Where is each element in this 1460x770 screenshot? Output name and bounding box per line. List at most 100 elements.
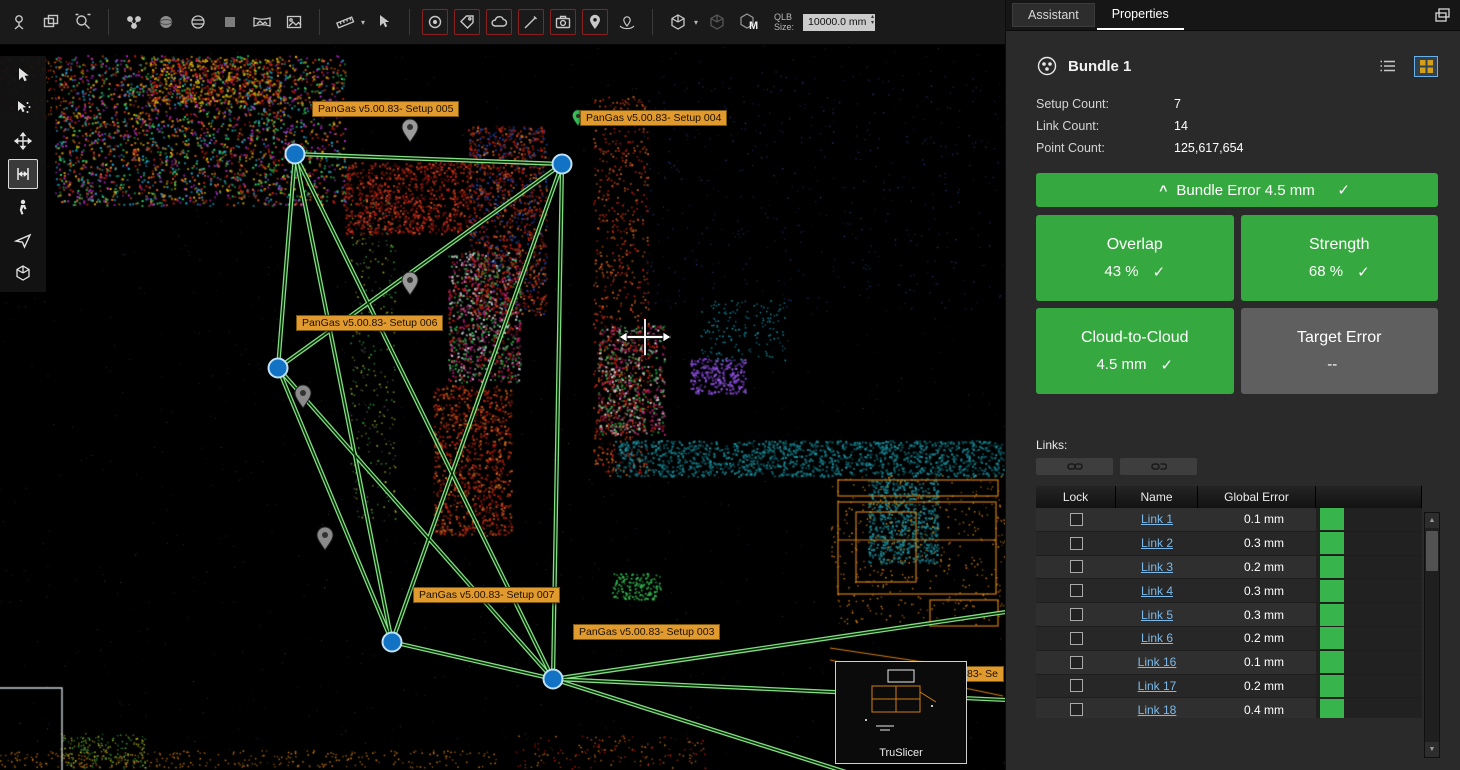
overlap-tile[interactable]: Overlap 43 %✓ bbox=[1036, 215, 1234, 301]
pan-tool-icon[interactable] bbox=[8, 126, 38, 156]
image-view-icon[interactable] bbox=[281, 9, 307, 35]
slice-tool-icon[interactable] bbox=[8, 159, 38, 189]
quality-tiles: Overlap 43 %✓ Strength 68 %✓ Cloud-to-Cl… bbox=[1036, 215, 1438, 394]
pin-orbit-icon[interactable] bbox=[614, 9, 640, 35]
scan-station-icon[interactable] bbox=[6, 9, 32, 35]
panorama-icon[interactable] bbox=[249, 9, 275, 35]
add-location-pin-icon[interactable] bbox=[582, 9, 608, 35]
lock-checkbox[interactable] bbox=[1070, 560, 1083, 573]
link-name[interactable]: Link 17 bbox=[1138, 679, 1177, 693]
column-header-lock[interactable]: Lock bbox=[1036, 486, 1116, 508]
link-error: 0.3 mm bbox=[1198, 584, 1316, 598]
lock-checkbox[interactable] bbox=[1070, 513, 1083, 526]
link-name[interactable]: Link 18 bbox=[1138, 703, 1177, 717]
draw-measure-icon[interactable] bbox=[518, 9, 544, 35]
check-icon: ✓ bbox=[1160, 356, 1173, 374]
limitbox-tool-icon[interactable] bbox=[422, 9, 448, 35]
truslicer-preview bbox=[836, 662, 965, 740]
setup-label-003[interactable]: PanGas v5.00.83- Setup 003 bbox=[573, 624, 720, 640]
plane-tool-icon[interactable] bbox=[217, 9, 243, 35]
link-error: 0.2 mm bbox=[1198, 560, 1316, 574]
measure-dropdown-caret[interactable]: ▾ bbox=[361, 18, 365, 27]
truslicer-window[interactable]: TruSlicer bbox=[835, 661, 967, 764]
table-row: Link 3 0.2 mm bbox=[1036, 556, 1422, 580]
lock-checkbox[interactable] bbox=[1070, 608, 1083, 621]
scroll-up-icon[interactable]: ▲ bbox=[1425, 513, 1439, 528]
fly-tool-icon[interactable] bbox=[8, 225, 38, 255]
check-icon: ✓ bbox=[1357, 263, 1370, 281]
setup-label-007[interactable]: PanGas v5.00.83- Setup 007 bbox=[413, 587, 560, 603]
point-cloud-tool-icon[interactable] bbox=[486, 9, 512, 35]
scroll-down-icon[interactable]: ▼ bbox=[1425, 742, 1439, 757]
limit-sphere-icon[interactable] bbox=[185, 9, 211, 35]
link-name[interactable]: Link 3 bbox=[1141, 560, 1173, 574]
properties-panel: Assistant Properties Bundle 1 Setup Coun… bbox=[1005, 0, 1460, 770]
column-header-global-error[interactable]: Global Error bbox=[1198, 486, 1316, 508]
link-name[interactable]: Link 6 bbox=[1141, 631, 1173, 645]
bundle-error-banner[interactable]: ^ Bundle Error 4.5 mm ✓ bbox=[1036, 173, 1438, 207]
setup-label-005[interactable]: PanGas v5.00.83- Setup 005 bbox=[312, 101, 459, 117]
link-error: 0.3 mm bbox=[1198, 608, 1316, 622]
scrollbar-thumb[interactable] bbox=[1426, 531, 1438, 571]
pick-info-icon[interactable] bbox=[371, 9, 397, 35]
matrix-cube-icon[interactable]: M bbox=[736, 9, 762, 35]
link-error: 0.1 mm bbox=[1198, 512, 1316, 526]
tag-annotation-icon[interactable] bbox=[454, 9, 480, 35]
setup-label-004[interactable]: PanGas v5.00.83- Setup 004 bbox=[580, 110, 727, 126]
bundle-icon bbox=[1036, 55, 1058, 77]
measure-tool-icon[interactable] bbox=[332, 9, 358, 35]
first-person-tool-icon[interactable] bbox=[8, 192, 38, 222]
link-name[interactable]: Link 2 bbox=[1141, 536, 1173, 550]
table-row: Link 4 0.3 mm bbox=[1036, 579, 1422, 603]
grid-view-icon[interactable] bbox=[1414, 56, 1438, 77]
lock-checkbox[interactable] bbox=[1070, 679, 1083, 692]
links-scrollbar[interactable]: ▲ ▼ bbox=[1424, 512, 1440, 758]
setup-label-partial[interactable]: 83- Se bbox=[961, 666, 1004, 682]
lock-checkbox[interactable] bbox=[1070, 537, 1083, 550]
cloud-to-cloud-tile[interactable]: Cloud-to-Cloud 4.5 mm✓ bbox=[1036, 308, 1234, 394]
link-error: 0.3 mm bbox=[1198, 536, 1316, 550]
truslicer-title: TruSlicer bbox=[836, 747, 966, 759]
lock-checkbox[interactable] bbox=[1070, 632, 1083, 645]
link-name[interactable]: Link 4 bbox=[1141, 584, 1173, 598]
link-error: 0.1 mm bbox=[1198, 655, 1316, 669]
lock-checkbox[interactable] bbox=[1070, 656, 1083, 669]
link-name[interactable]: Link 1 bbox=[1141, 512, 1173, 526]
duplicate-view-icon[interactable] bbox=[38, 9, 64, 35]
unlock-links-button[interactable] bbox=[1120, 458, 1197, 475]
link-name[interactable]: Link 5 bbox=[1141, 608, 1173, 622]
target-error-tile[interactable]: Target Error -- bbox=[1241, 308, 1439, 394]
list-view-icon[interactable] bbox=[1376, 56, 1400, 77]
column-header-bar bbox=[1316, 486, 1422, 508]
error-bar bbox=[1320, 627, 1344, 649]
view-cube-caret[interactable]: ▾ bbox=[694, 18, 698, 27]
zoom-selection-icon[interactable] bbox=[70, 9, 96, 35]
select-tool-icon[interactable] bbox=[8, 60, 38, 90]
tab-properties[interactable]: Properties bbox=[1097, 0, 1184, 30]
link-count-label: Link Count: bbox=[1036, 119, 1174, 133]
box-mode-tool-icon[interactable] bbox=[8, 258, 38, 288]
sphere-view-icon[interactable] bbox=[153, 9, 179, 35]
toolbar-separator bbox=[409, 9, 410, 35]
link-name[interactable]: Link 16 bbox=[1138, 655, 1177, 669]
lock-links-button[interactable] bbox=[1036, 458, 1113, 475]
setup-label-006[interactable]: PanGas v5.00.83- Setup 006 bbox=[296, 315, 443, 331]
select-points-tool-icon[interactable] bbox=[8, 93, 38, 123]
bundle-error-check-icon: ✓ bbox=[1337, 181, 1350, 199]
cluster-registration-icon[interactable] bbox=[121, 9, 147, 35]
strength-tile[interactable]: Strength 68 %✓ bbox=[1241, 215, 1439, 301]
setup-count-label: Setup Count: bbox=[1036, 97, 1174, 111]
link-error: 0.2 mm bbox=[1198, 631, 1316, 645]
qlb-size-spinner[interactable]: ▴▾ bbox=[871, 14, 874, 27]
navigation-toolbar bbox=[0, 56, 46, 292]
window-restore-icon[interactable] bbox=[1434, 7, 1452, 23]
error-bar bbox=[1320, 580, 1344, 602]
qlb-size-input[interactable]: 10000.0 mm ▴▾ bbox=[803, 14, 875, 31]
snapshot-camera-icon[interactable] bbox=[550, 9, 576, 35]
column-header-name[interactable]: Name bbox=[1116, 486, 1198, 508]
view-cube-icon[interactable] bbox=[665, 9, 691, 35]
lock-checkbox[interactable] bbox=[1070, 703, 1083, 716]
error-bar bbox=[1320, 508, 1344, 530]
tab-assistant[interactable]: Assistant bbox=[1012, 3, 1095, 27]
lock-checkbox[interactable] bbox=[1070, 584, 1083, 597]
